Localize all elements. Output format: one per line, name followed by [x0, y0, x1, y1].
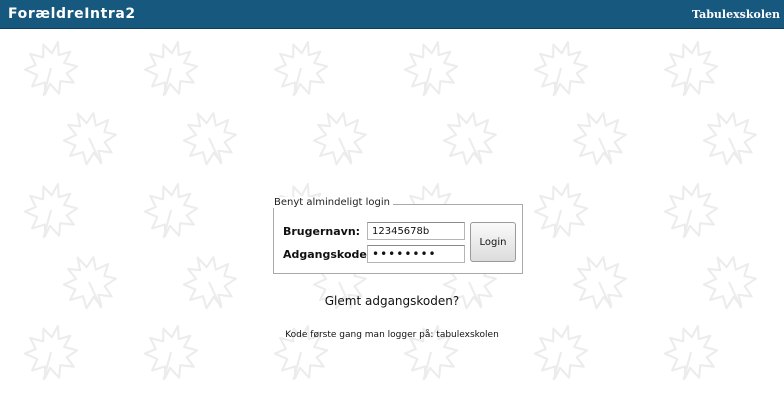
- leaf-icon: [572, 112, 627, 166]
- app-title: ForældreIntra2: [8, 6, 136, 22]
- forgot-password-link[interactable]: Glemt adgangskoden?: [0, 294, 784, 308]
- leaf-icon: [182, 112, 237, 166]
- leaf-icon: [663, 41, 719, 97]
- top-bar: ForældreIntra2 Tabulexskolen: [0, 0, 784, 29]
- leaf-icon: [143, 41, 199, 97]
- first-login-hint: Kode første gang man logger på: tabulexs…: [285, 330, 499, 340]
- leaf-icon: [62, 112, 117, 166]
- leaf-icon: [702, 112, 757, 166]
- leaf-icon: [273, 41, 329, 97]
- leaf-icon: [403, 41, 459, 97]
- leaf-icon: [663, 183, 719, 239]
- password-input[interactable]: [367, 245, 465, 263]
- login-legend: Benyt almindeligt login: [272, 197, 393, 208]
- leaf-icon: [23, 183, 79, 239]
- leaf-icon: [533, 41, 589, 97]
- leaf-icon: [442, 112, 497, 166]
- leaf-icon: [143, 183, 199, 239]
- school-name: Tabulexskolen: [691, 8, 780, 21]
- username-label: Brugernavn:: [283, 225, 361, 238]
- leaf-icon: [312, 112, 367, 166]
- username-input[interactable]: [367, 222, 465, 240]
- leaf-icon: [533, 183, 589, 239]
- leaf-icon: [23, 41, 79, 97]
- password-label: Adgangskode:: [283, 248, 372, 261]
- login-button[interactable]: Login: [470, 222, 516, 262]
